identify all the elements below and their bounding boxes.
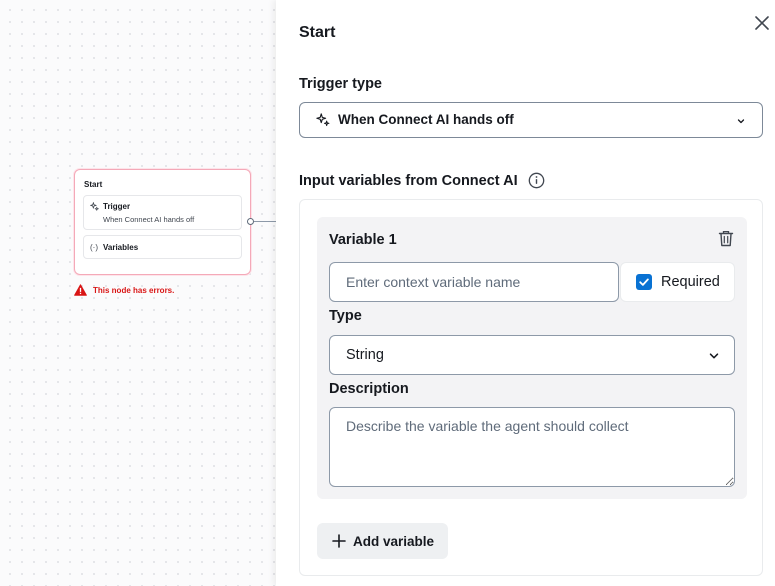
panel-title: Start bbox=[299, 24, 336, 41]
info-icon[interactable] bbox=[528, 172, 545, 189]
close-button[interactable] bbox=[752, 13, 772, 33]
node-trigger-label: Trigger bbox=[103, 202, 131, 211]
node-error-message: This node has errors. bbox=[74, 284, 174, 296]
required-checkbox[interactable]: Required bbox=[620, 262, 735, 302]
node-connector-line bbox=[254, 221, 276, 222]
node-variables-label: Variables bbox=[103, 243, 139, 252]
variable-type-value: String bbox=[346, 347, 384, 363]
input-variables-header: Input variables from Connect AI bbox=[299, 172, 545, 189]
checkbox-checked-icon[interactable] bbox=[636, 274, 652, 290]
node-variables-row[interactable]: (·) Variables bbox=[83, 235, 242, 259]
variable-card: Variable 1 Required Type bbox=[317, 217, 747, 499]
node-error-text: This node has errors. bbox=[93, 285, 175, 295]
variable-description-input[interactable] bbox=[329, 407, 735, 487]
plus-icon bbox=[332, 534, 346, 548]
flow-canvas[interactable]: Start Trigger When Connect AI hands off … bbox=[0, 0, 276, 586]
node-trigger-row[interactable]: Trigger When Connect AI hands off bbox=[83, 195, 242, 230]
trigger-type-value: When Connect AI hands off bbox=[338, 112, 514, 127]
sparkle-icon bbox=[90, 202, 99, 213]
variable-name-input[interactable] bbox=[329, 262, 619, 302]
node-output-port[interactable] bbox=[247, 218, 254, 225]
warning-icon bbox=[74, 284, 87, 296]
input-variables-container: Variable 1 Required Type bbox=[299, 199, 763, 576]
chevron-down-icon bbox=[737, 119, 745, 124]
trigger-type-select[interactable]: When Connect AI hands off bbox=[299, 102, 763, 138]
input-variables-label: Input variables from Connect AI bbox=[299, 172, 518, 189]
sparkle-icon bbox=[316, 113, 330, 127]
node-title: Start bbox=[84, 180, 103, 189]
description-label: Description bbox=[329, 381, 409, 397]
trigger-type-label: Trigger type bbox=[299, 76, 382, 92]
node-config-panel: Start Trigger type When Connect AI hands… bbox=[276, 0, 775, 586]
start-node[interactable]: Start Trigger When Connect AI hands off … bbox=[74, 169, 251, 275]
close-icon bbox=[755, 16, 769, 30]
add-variable-label: Add variable bbox=[353, 533, 435, 549]
variable-icon: (·) bbox=[90, 243, 98, 252]
variable-type-select[interactable]: String bbox=[329, 335, 735, 375]
trash-icon bbox=[718, 230, 734, 247]
type-label: Type bbox=[329, 308, 362, 324]
variable-title: Variable 1 bbox=[329, 232, 397, 248]
node-trigger-value: When Connect AI hands off bbox=[103, 215, 195, 224]
required-label: Required bbox=[661, 274, 720, 290]
delete-variable-button[interactable] bbox=[718, 230, 734, 247]
add-variable-button[interactable]: Add variable bbox=[317, 523, 448, 559]
chevron-down-icon bbox=[709, 353, 719, 359]
